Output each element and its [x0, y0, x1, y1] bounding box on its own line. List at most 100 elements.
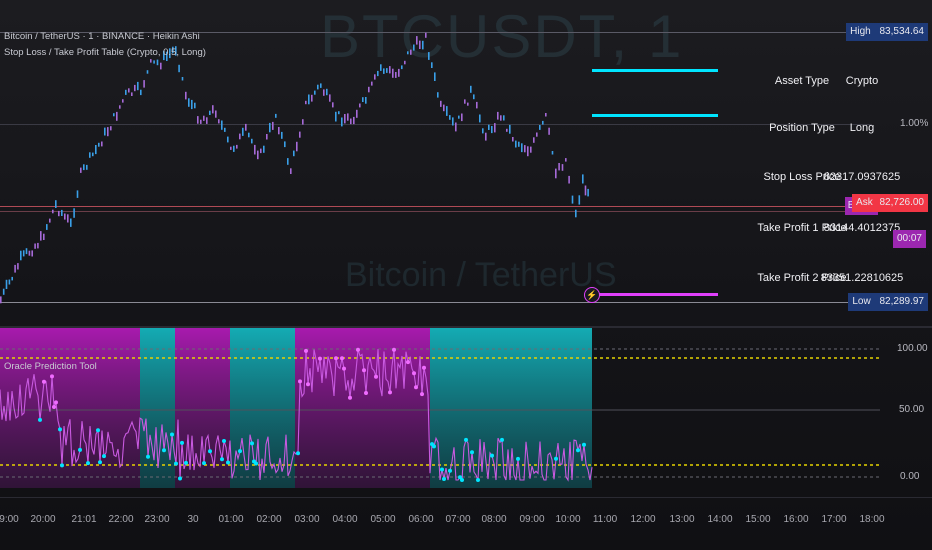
replay-lightning-icon[interactable]: ⚡ — [584, 287, 600, 303]
candle — [76, 190, 79, 198]
candle — [92, 152, 94, 157]
table-value-3: 83144.4012375 — [823, 222, 901, 234]
candle — [383, 68, 385, 74]
osc-dot — [576, 448, 580, 453]
time-tick-12: 07:00 — [445, 514, 471, 525]
osc-dot — [516, 456, 520, 461]
candle — [515, 140, 517, 148]
candle — [43, 233, 45, 240]
candle — [533, 137, 535, 143]
candle — [70, 218, 72, 227]
candle — [362, 97, 364, 102]
ask-value: 82,726.00 — [879, 197, 925, 208]
osc-band-5 — [295, 328, 430, 488]
candle — [113, 113, 115, 117]
candle — [488, 124, 490, 130]
candle — [467, 102, 469, 106]
candle — [308, 94, 310, 105]
candle — [203, 115, 205, 121]
osc-dot — [374, 374, 378, 379]
candle — [89, 152, 91, 158]
high-value: 83,534.64 — [879, 26, 925, 37]
candle — [2, 288, 5, 295]
candle — [341, 117, 343, 127]
time-tick-8: 03:00 — [294, 514, 320, 525]
candle — [153, 60, 155, 64]
oscillator-legend[interactable]: Oracle Prediction Tool — [4, 361, 97, 372]
candle — [512, 137, 514, 142]
time-tick-14: 09:00 — [519, 514, 545, 525]
candle — [230, 146, 232, 150]
candle — [46, 224, 48, 230]
candle — [206, 117, 208, 124]
candle — [52, 209, 54, 214]
candle — [67, 214, 69, 223]
osc-dot — [96, 428, 100, 433]
candle — [233, 145, 235, 152]
candle — [509, 124, 511, 134]
chart-legend-title[interactable]: Bitcoin / TetherUS · 1 · BINANCE · Heiki… — [4, 31, 200, 42]
candle — [521, 143, 523, 153]
time-tick-13: 08:00 — [481, 514, 507, 525]
candle — [491, 126, 493, 134]
candle — [344, 114, 346, 124]
candle — [425, 32, 427, 38]
osc-dot — [432, 444, 436, 449]
low-label: Low — [852, 296, 871, 307]
candle — [350, 118, 352, 125]
candle — [221, 120, 223, 130]
candle — [578, 195, 581, 205]
candle — [374, 74, 376, 80]
time-tick-21: 16:00 — [783, 514, 809, 525]
osc-dot — [102, 454, 106, 459]
candle — [263, 145, 265, 153]
candle — [209, 110, 211, 115]
candle — [236, 144, 238, 149]
candle — [185, 91, 187, 100]
table-value-2: 82317.0937625 — [823, 171, 901, 183]
candle — [239, 133, 241, 140]
candle — [305, 100, 307, 105]
osc-dot — [440, 467, 444, 472]
candle — [353, 116, 355, 125]
candle — [122, 99, 124, 103]
osc-dot — [334, 356, 338, 361]
oscillator-chart[interactable] — [0, 328, 880, 495]
candle — [446, 106, 448, 116]
osc-dot — [38, 417, 42, 422]
candle — [482, 128, 484, 134]
candle — [191, 99, 193, 110]
candle — [404, 60, 406, 65]
osc-dot — [220, 457, 224, 462]
candle — [407, 51, 409, 55]
candle — [128, 88, 130, 93]
candle — [568, 175, 570, 184]
osc-dot — [392, 347, 396, 352]
candle — [431, 62, 433, 68]
osc-dot — [226, 460, 230, 465]
osc-axis-100: 100.00 — [897, 343, 928, 354]
osc-dot — [306, 382, 310, 387]
candle — [116, 111, 118, 121]
candle — [98, 142, 100, 147]
table-label-0: Asset Type — [774, 75, 830, 87]
candle — [281, 131, 283, 139]
candle — [320, 83, 322, 88]
candle — [452, 117, 454, 126]
candle — [254, 144, 256, 155]
time-tick-3: 22:00 — [108, 514, 134, 525]
candle — [178, 64, 180, 73]
candle — [530, 146, 532, 153]
candle — [335, 111, 337, 122]
candle — [461, 113, 463, 122]
time-tick-2: 21:01 — [71, 514, 97, 525]
candle — [266, 134, 268, 140]
candle — [464, 99, 466, 104]
candle — [0, 296, 2, 304]
indicator-legend[interactable]: Stop Loss / Take Profit Table (Crypto, 0… — [4, 47, 206, 58]
candle — [125, 89, 127, 95]
candle — [83, 164, 85, 171]
candle — [416, 36, 418, 45]
candle — [293, 150, 295, 157]
candle — [311, 94, 313, 102]
